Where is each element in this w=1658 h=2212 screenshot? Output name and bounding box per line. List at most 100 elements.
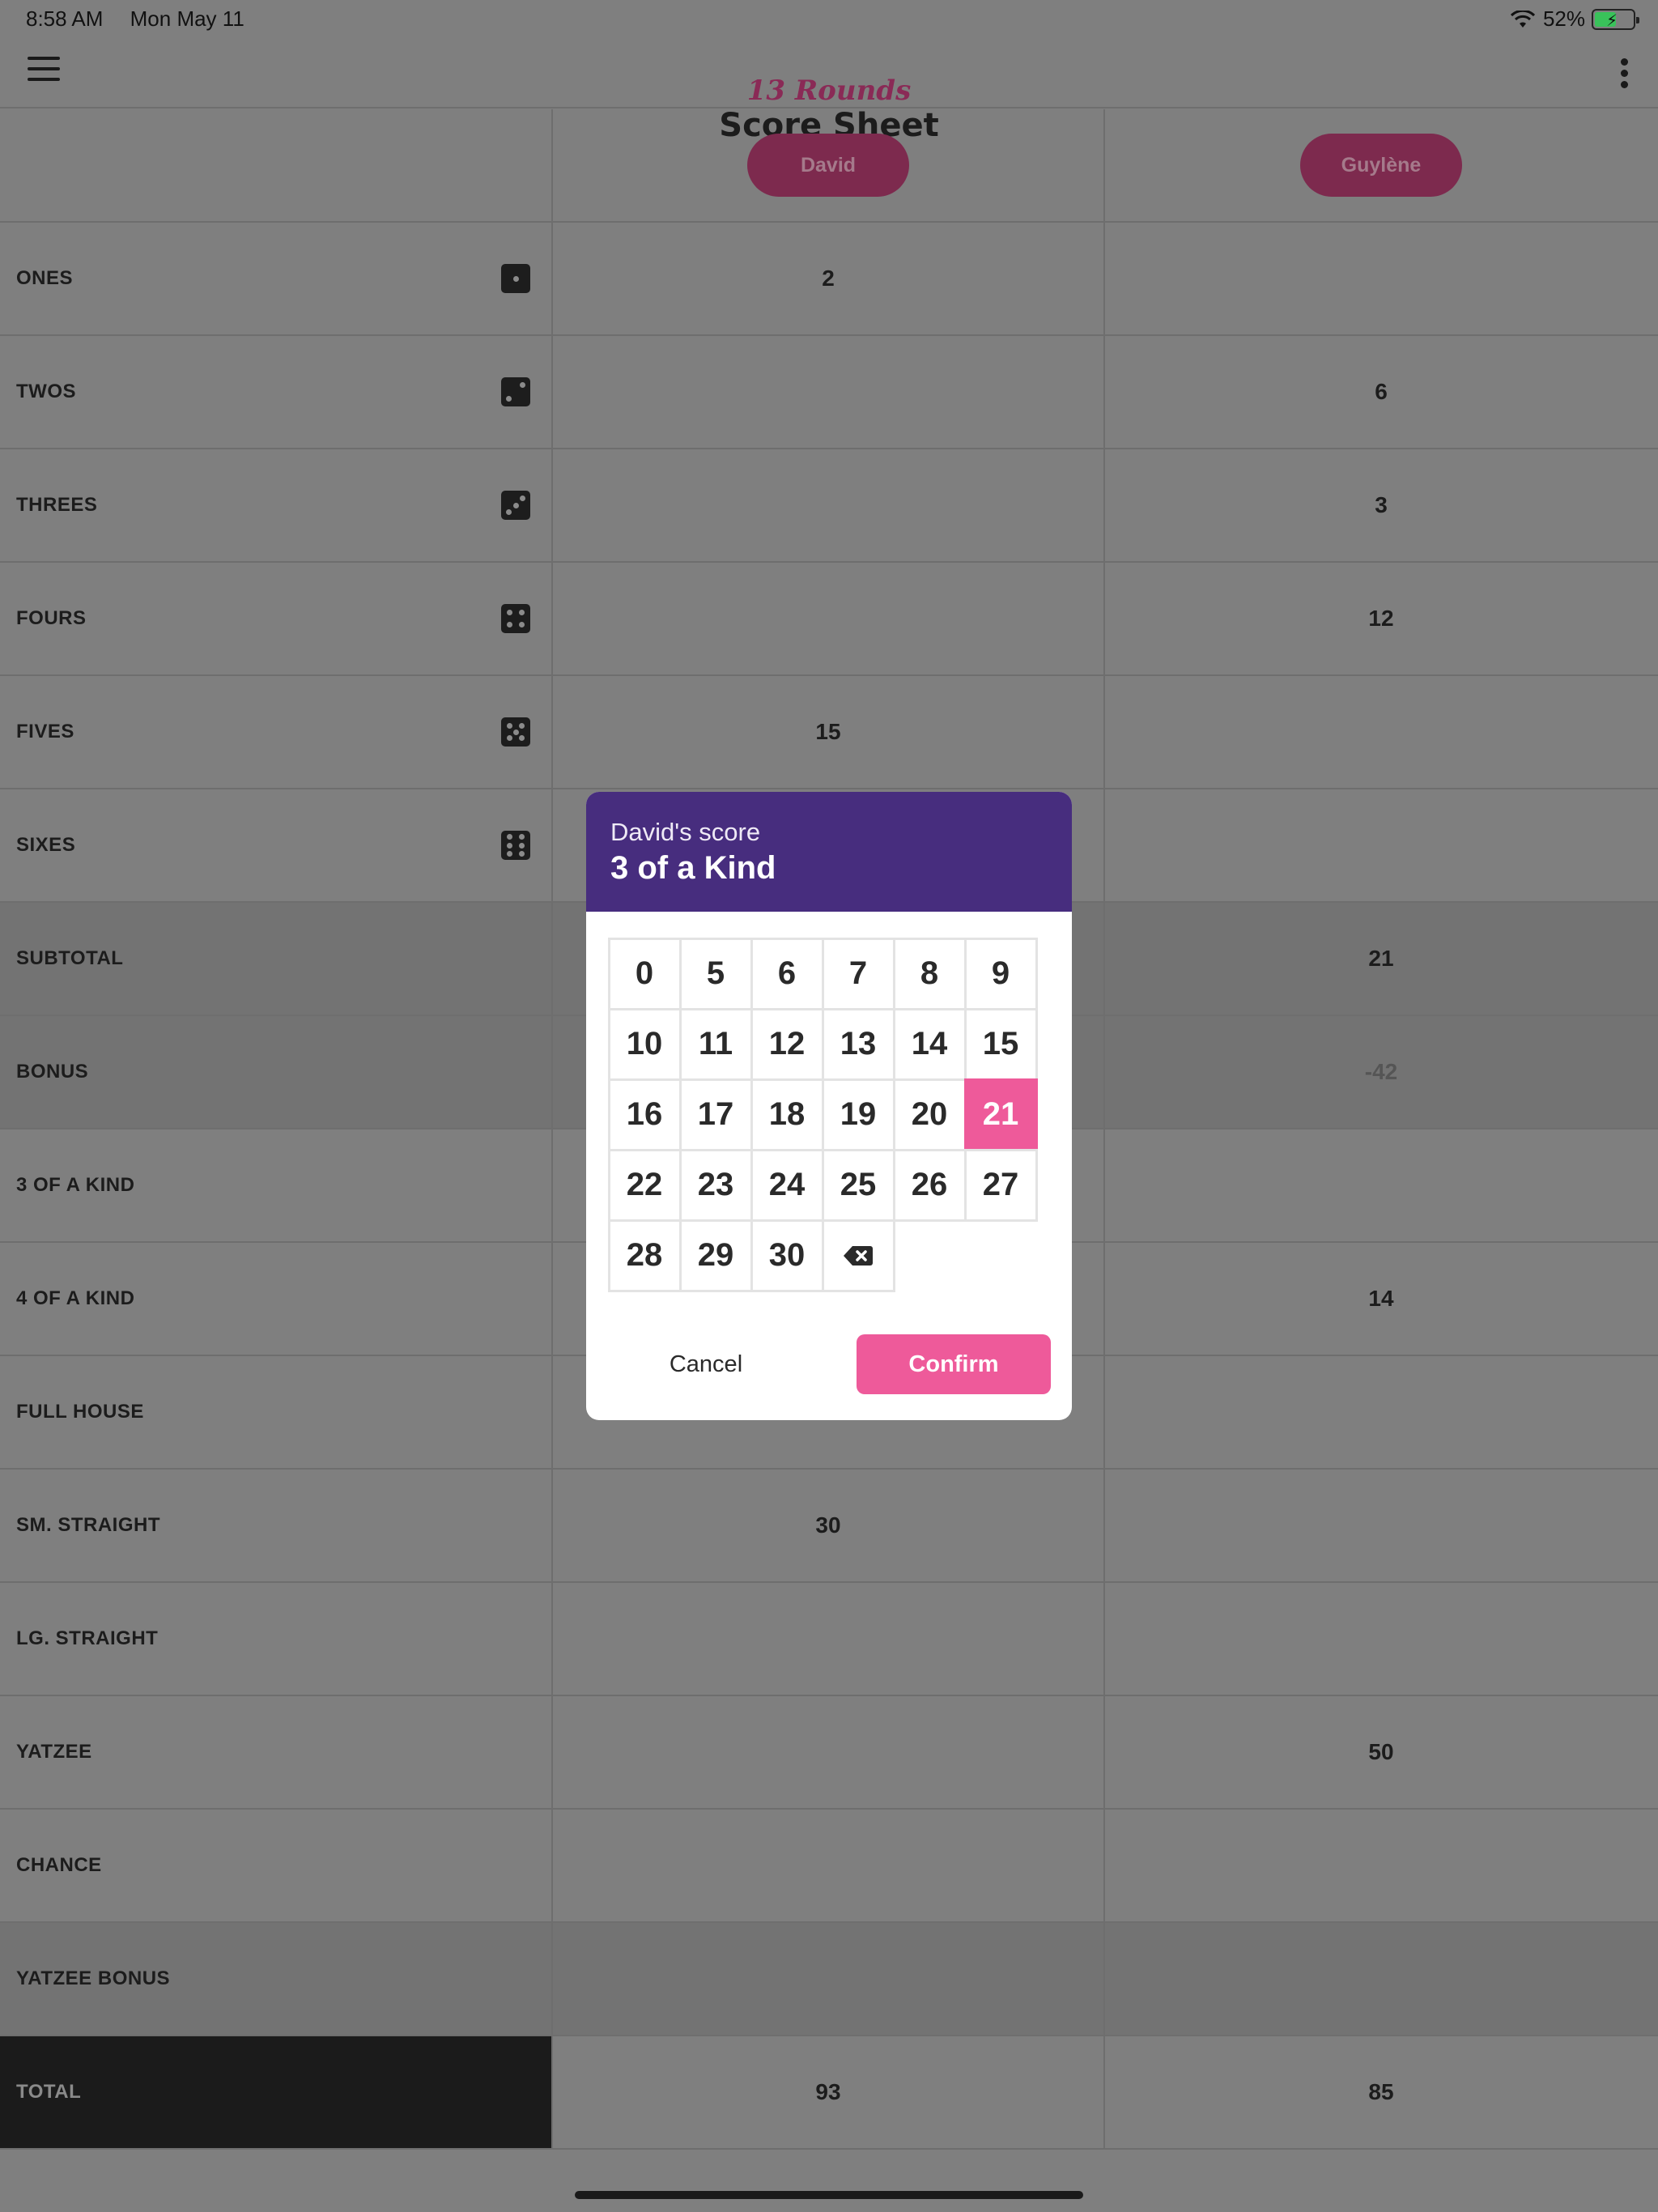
- score-row: SM. STRAIGHT 30: [0, 1470, 1658, 1583]
- keypad-key[interactable]: 17: [678, 1078, 753, 1151]
- keypad-key[interactable]: 23: [678, 1148, 753, 1222]
- more-options-icon[interactable]: [1621, 58, 1630, 91]
- score-cell[interactable]: [553, 1923, 1105, 2035]
- score-cell[interactable]: [1105, 1923, 1657, 2035]
- keypad-key[interactable]: 11: [678, 1007, 753, 1081]
- score-cell[interactable]: [553, 1810, 1105, 1921]
- score-row: FIVES 15: [0, 676, 1658, 789]
- score-row: LG. STRAIGHT: [0, 1583, 1658, 1696]
- keypad-key[interactable]: 24: [750, 1148, 824, 1222]
- score-cell[interactable]: 14: [1105, 1243, 1657, 1355]
- score-row: CHANCE: [0, 1810, 1658, 1923]
- cancel-button[interactable]: Cancel: [609, 1334, 803, 1394]
- keypad-key[interactable]: 20: [892, 1078, 967, 1151]
- score-cell[interactable]: [553, 1583, 1105, 1695]
- score-cell[interactable]: 6: [1105, 336, 1657, 448]
- keypad-key[interactable]: 6: [750, 937, 824, 1010]
- score-cell[interactable]: 15: [553, 676, 1105, 788]
- score-cell[interactable]: [1105, 1470, 1657, 1581]
- keypad-key[interactable]: 30: [750, 1219, 824, 1292]
- app-subtitle: 13 Rounds: [746, 74, 912, 107]
- row-label: FOURS: [0, 563, 553, 674]
- score-cell[interactable]: [1105, 1129, 1657, 1241]
- row-label-text: YATZEE: [16, 1741, 92, 1763]
- row-label: TWOS: [0, 336, 553, 448]
- keypad-key[interactable]: 27: [963, 1148, 1038, 1222]
- score-cell[interactable]: [1105, 223, 1657, 334]
- score-cell[interactable]: [1105, 1583, 1657, 1695]
- score-row: TWOS 6: [0, 336, 1658, 449]
- player-cell: David: [553, 109, 1105, 221]
- keypad-row: 22 23 24 25 26 27: [607, 1148, 1051, 1222]
- score-cell[interactable]: 93: [553, 2036, 1105, 2148]
- row-label: LG. STRAIGHT: [0, 1583, 553, 1695]
- row-label: TOTAL: [0, 2036, 553, 2148]
- score-cell[interactable]: -42: [1105, 1016, 1657, 1128]
- row-label: 4 OF A KIND: [0, 1243, 553, 1355]
- keypad-key[interactable]: 0: [607, 937, 682, 1010]
- keypad-key[interactable]: 26: [892, 1148, 967, 1222]
- row-label-text: TOTAL: [16, 2081, 82, 2103]
- keypad-key[interactable]: 22: [607, 1148, 682, 1222]
- score-row: TOTAL 93 85: [0, 2036, 1658, 2150]
- score-cell[interactable]: [553, 449, 1105, 561]
- status-left: 8:58 AM Mon May 11: [26, 6, 266, 32]
- keypad-row: 10 11 12 13 14 15: [607, 1007, 1051, 1081]
- keypad-key[interactable]: 13: [821, 1007, 895, 1081]
- keypad-key[interactable]: 7: [821, 937, 895, 1010]
- keypad-key[interactable]: 28: [607, 1219, 682, 1292]
- keypad-key[interactable]: 8: [892, 937, 967, 1010]
- keypad-key[interactable]: 21: [963, 1078, 1038, 1151]
- score-cell[interactable]: [553, 1696, 1105, 1808]
- score-cell[interactable]: 2: [553, 223, 1105, 334]
- score-cell[interactable]: [1105, 1810, 1657, 1921]
- dialog-title: 3 of a Kind: [610, 850, 776, 886]
- player-cell: Guylène: [1105, 109, 1657, 221]
- row-label-text: BONUS: [16, 1061, 89, 1083]
- keypad-row: 056789: [607, 937, 1051, 1010]
- row-label: YATZEE: [0, 1696, 553, 1808]
- keypad-row: 28 29 30: [607, 1219, 1051, 1292]
- keypad-key[interactable]: 15: [963, 1007, 1038, 1081]
- row-label: 3 OF A KIND: [0, 1129, 553, 1241]
- keypad-key[interactable]: 18: [750, 1078, 824, 1151]
- score-cell[interactable]: [1105, 676, 1657, 788]
- score-cell[interactable]: 30: [553, 1470, 1105, 1581]
- row-label-text: SIXES: [16, 834, 76, 856]
- row-label: THREES: [0, 449, 553, 561]
- backspace-icon[interactable]: [821, 1219, 895, 1292]
- score-cell[interactable]: [1105, 789, 1657, 901]
- keypad-key[interactable]: 9: [963, 937, 1038, 1010]
- score-cell[interactable]: 50: [1105, 1696, 1657, 1808]
- player-button[interactable]: David: [747, 134, 909, 197]
- keypad-key[interactable]: 12: [750, 1007, 824, 1081]
- home-indicator: [575, 2191, 1083, 2199]
- dialog-header: David's score 3 of a Kind: [586, 792, 1072, 912]
- row-label-text: 3 OF A KIND: [16, 1174, 135, 1196]
- keypad-key[interactable]: 16: [607, 1078, 682, 1151]
- player-button[interactable]: Guylène: [1300, 134, 1462, 197]
- score-cell[interactable]: 21: [1105, 903, 1657, 1015]
- row-label-text: THREES: [16, 494, 98, 516]
- keypad-key[interactable]: 29: [678, 1219, 753, 1292]
- confirm-button[interactable]: Confirm: [857, 1334, 1051, 1394]
- score-cell[interactable]: 85: [1105, 2036, 1657, 2148]
- row-label: ONES: [0, 223, 553, 334]
- header-empty-cell: [0, 109, 553, 221]
- keypad-key[interactable]: 14: [892, 1007, 967, 1081]
- die-face-icon: [501, 717, 530, 747]
- battery-percent: 52%: [1542, 6, 1585, 31]
- score-cell[interactable]: 3: [1105, 449, 1657, 561]
- keypad-key[interactable]: 25: [821, 1148, 895, 1222]
- score-cell[interactable]: [553, 563, 1105, 674]
- score-cell[interactable]: [1105, 1356, 1657, 1468]
- score-cell[interactable]: 12: [1105, 563, 1657, 674]
- die-face-icon: [501, 264, 530, 293]
- row-label-text: SUBTOTAL: [16, 947, 124, 969]
- score-cell[interactable]: [553, 336, 1105, 448]
- keypad-key[interactable]: 19: [821, 1078, 895, 1151]
- keypad-key[interactable]: 5: [678, 937, 753, 1010]
- keypad-key[interactable]: 10: [607, 1007, 682, 1081]
- score-row: FOURS 12: [0, 563, 1658, 676]
- wifi-icon: [1510, 10, 1535, 28]
